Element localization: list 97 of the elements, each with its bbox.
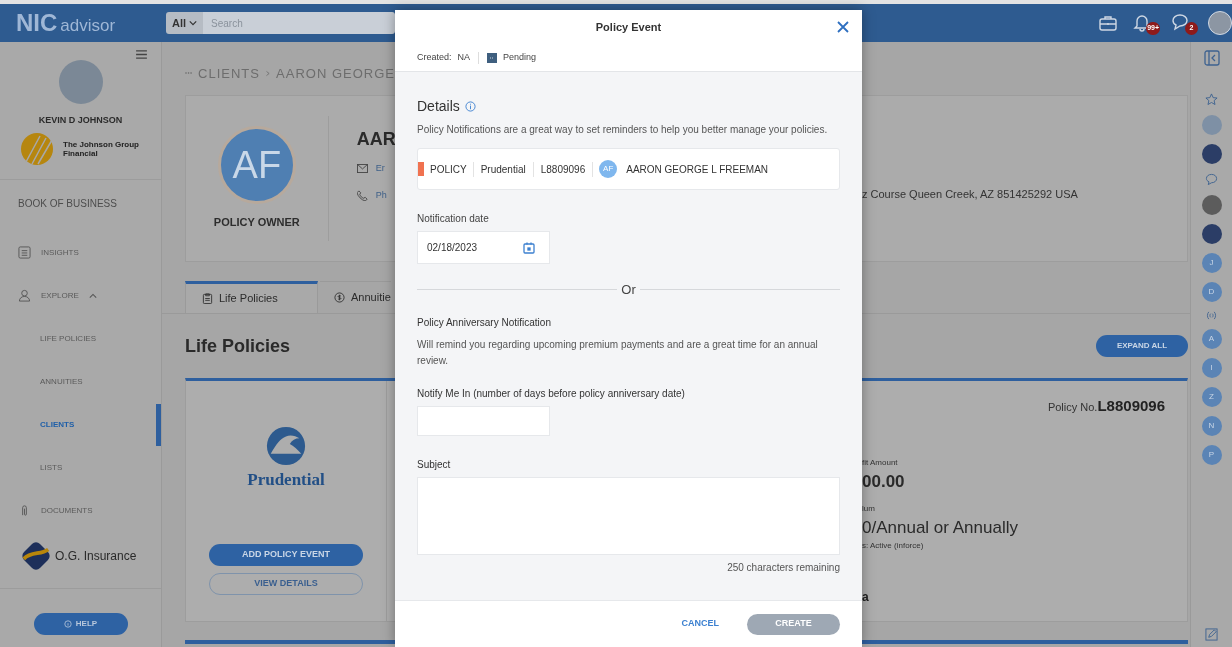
more-icon[interactable] — [185, 71, 193, 76]
description-text: Will remind you regarding upcoming premium payments and are a great time for an annual review. — [417, 337, 819, 368]
expand-all-button[interactable]: EXPAND ALL — [1096, 335, 1188, 357]
carrier-logo — [265, 425, 307, 467]
owner-avatar: AF — [599, 160, 618, 178]
chevron-up-icon[interactable] — [88, 291, 97, 300]
section-heading: Details — [417, 97, 460, 116]
field-value: 00.00 — [862, 471, 906, 493]
user-avatar[interactable] — [1208, 11, 1232, 35]
field-label: Subject — [417, 457, 452, 472]
person-icon — [18, 289, 31, 302]
company-name: The Johnson Group Financial — [63, 139, 140, 158]
status-text: Pending — [503, 51, 537, 65]
cancel-button[interactable]: CANCEL — [681, 617, 719, 631]
carrier-name: Prudential — [247, 469, 325, 491]
tab[interactable]: Annuitie — [320, 281, 391, 313]
client-avatar: AF — [217, 126, 296, 205]
nav-subitem[interactable]: LIFE POLICIES — [0, 317, 161, 360]
contact-avatar[interactable]: I — [1201, 358, 1222, 378]
contact-avatar[interactable]: N — [1201, 416, 1222, 436]
policy-type: POLICY — [424, 161, 474, 177]
nav-item[interactable]: EXPLORE — [41, 289, 79, 302]
contact-avatar[interactable]: A — [1201, 329, 1222, 349]
policy-tag-marker — [418, 162, 424, 176]
section-subheading: Policy Anniversary Notification — [417, 315, 552, 330]
add-policy-event-button[interactable]: ADD POLICY EVENT — [209, 543, 363, 566]
field-label: Notify Me In (number of days before policy anniversary date) — [417, 386, 686, 401]
date-field[interactable]: 02/18/2023 — [417, 231, 550, 264]
search-field[interactable]: Search — [203, 12, 395, 34]
scope-dropdown[interactable]: All — [166, 12, 204, 34]
briefcase-icon[interactable] — [1098, 13, 1118, 33]
logo-text: NIC — [16, 8, 58, 38]
field-value: a — [862, 589, 870, 606]
client-address: z Course Queen Creek, AZ 851425292 USA — [862, 187, 1079, 202]
signal-icon — [1205, 311, 1218, 320]
contact-avatar[interactable] — [1201, 224, 1222, 244]
created-label: Created: — [417, 51, 452, 65]
dollar-icon — [334, 292, 345, 303]
client-name: AAR — [356, 128, 395, 151]
owner-name: AARON GEORGE L FREEMAN — [625, 162, 769, 177]
character-counter: 250 characters remaining — [727, 560, 840, 575]
nav-subitem[interactable]: ANNUITIES — [0, 360, 161, 403]
info-icon — [63, 620, 72, 628]
contact-avatar[interactable] — [1201, 195, 1222, 215]
days-input[interactable] — [417, 405, 550, 436]
field-label: Notification date — [417, 212, 490, 226]
phone-link[interactable]: Ph — [375, 188, 387, 202]
chevron-right-icon — [265, 68, 271, 78]
field-value: 0/Annual or Annually — [862, 516, 1019, 539]
email-link[interactable]: Er — [375, 162, 385, 176]
dialog-title: Policy Event — [595, 20, 662, 36]
chevron-down-icon — [189, 19, 198, 27]
carrier-name: Prudential — [473, 161, 534, 177]
field-label: lum — [862, 502, 876, 515]
contact-avatar[interactable]: D — [1201, 282, 1222, 302]
agency-name: O.G. Insurance — [55, 548, 137, 565]
mail-icon — [356, 164, 368, 174]
user-name: KEVIN D JOHNSON — [38, 114, 123, 127]
menu-icon[interactable] — [136, 50, 147, 59]
policy-number: L8809096 — [533, 161, 594, 177]
policy-number: L8809096 — [1097, 396, 1165, 416]
close-icon — [837, 20, 849, 33]
policy-number-label: Policy No. — [1047, 400, 1098, 415]
contact-avatar[interactable]: Z — [1201, 387, 1222, 407]
list-icon — [18, 246, 31, 259]
section-label: BOOK OF BUSINESS — [17, 197, 118, 211]
close-button[interactable] — [837, 20, 850, 33]
role-label: POLICY OWNER — [213, 215, 300, 231]
edit-icon[interactable] — [1205, 628, 1218, 641]
phone-icon — [356, 189, 368, 201]
status-icon — [487, 53, 498, 63]
nav-subitem[interactable]: CLIENTS — [0, 403, 161, 446]
nav-subitem[interactable]: LISTS — [0, 446, 161, 489]
nav-item[interactable]: DOCUMENTS — [0, 489, 161, 532]
section-title: Life Policies — [184, 334, 292, 358]
info-icon[interactable] — [464, 101, 476, 112]
contact-avatar[interactable]: P — [1201, 445, 1222, 465]
breadcrumb-item: AARON GEORGE — [276, 64, 395, 83]
selection-bar — [156, 404, 161, 446]
description-text: Policy Notifications are a great way to set reminders to help you better manage your policies. — [417, 123, 829, 137]
status-text: s: Active (inforce) — [862, 540, 925, 552]
logo-subtext: advisor — [60, 15, 116, 37]
breadcrumb-item[interactable]: CLIENTS — [198, 63, 260, 83]
chat-icon[interactable] — [1170, 12, 1190, 32]
profile-photo — [58, 60, 103, 104]
star-icon[interactable] — [1205, 93, 1218, 106]
calendar-icon[interactable] — [523, 241, 535, 254]
contact-avatar[interactable]: J — [1201, 253, 1222, 273]
divider-text: Or — [621, 281, 636, 299]
help-button[interactable]: HELP — [33, 613, 128, 635]
contact-avatar[interactable] — [1201, 144, 1222, 164]
clipboard-icon — [202, 293, 213, 304]
panel-collapse-icon[interactable] — [1203, 50, 1220, 66]
field-label: fit Amount — [862, 457, 899, 469]
tab[interactable]: Life Policies — [185, 281, 318, 313]
nav-item[interactable]: INSIGHTS — [0, 231, 161, 274]
created-value: NA — [457, 51, 471, 65]
